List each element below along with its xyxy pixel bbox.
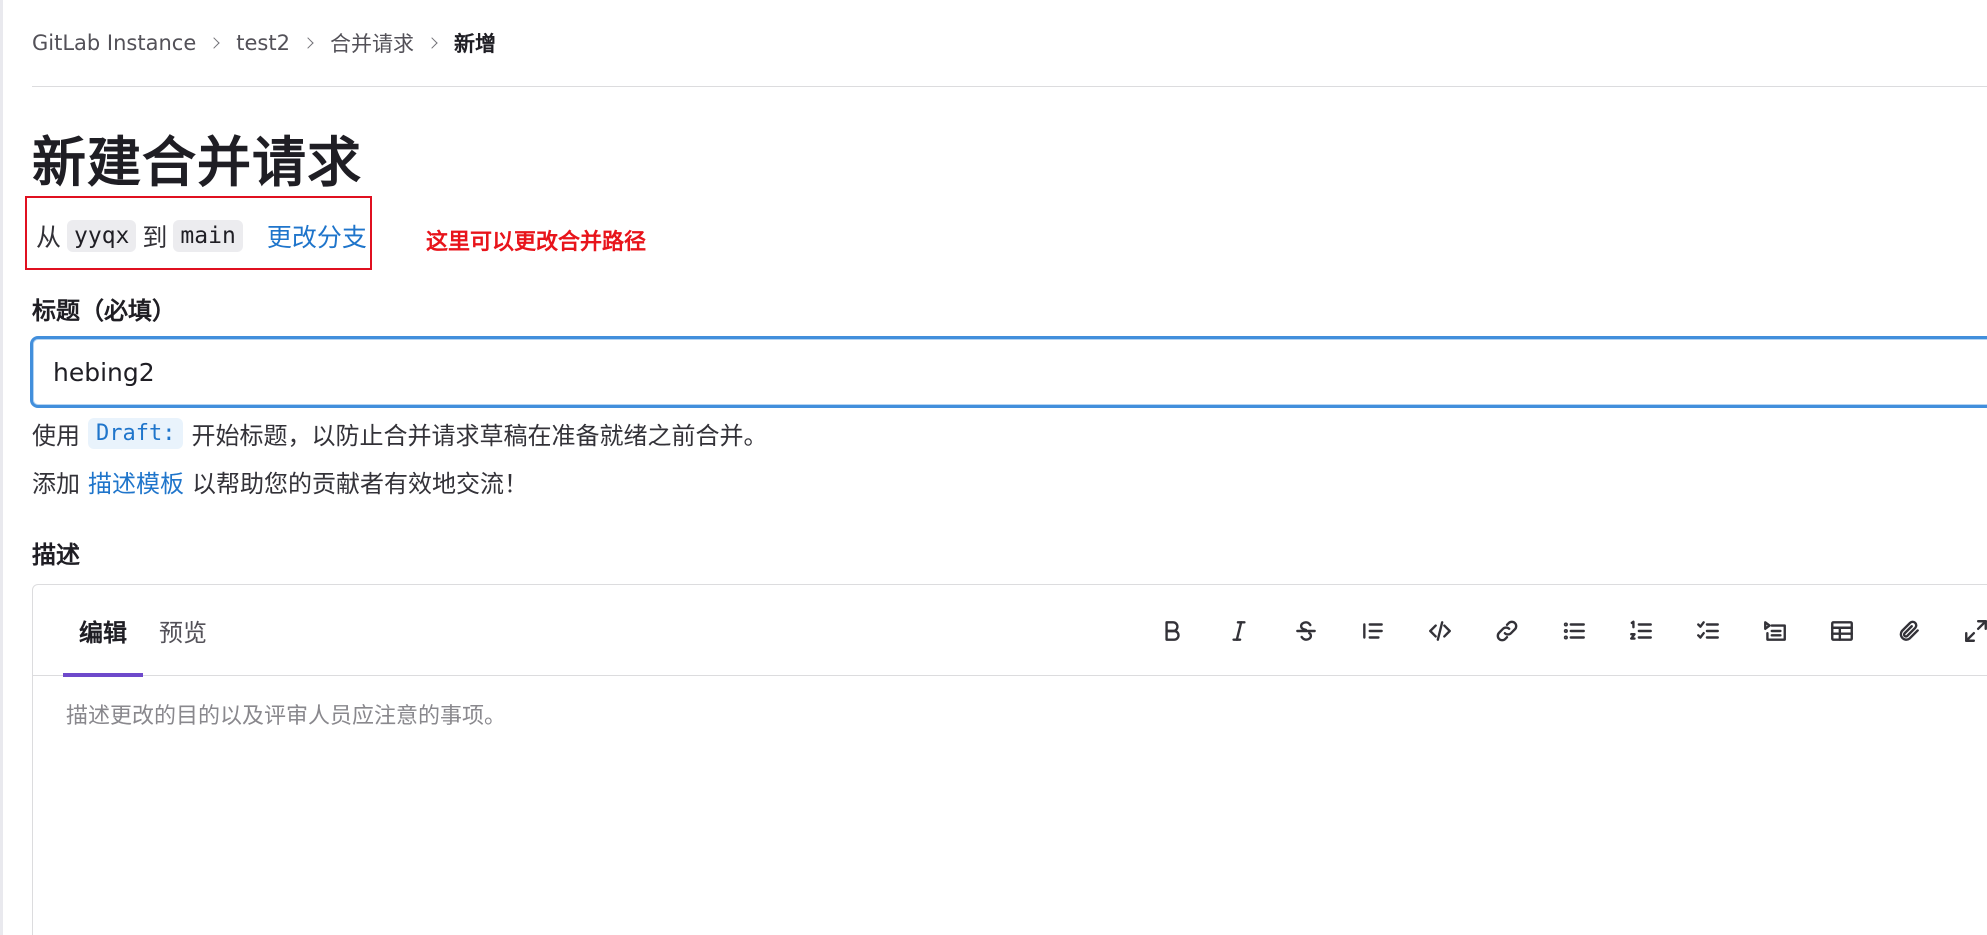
description-template-link[interactable]: 描述模板 [88,464,184,499]
tab-preview[interactable]: 预览 [143,585,223,676]
attach-file-icon [1899,620,1919,641]
annotation-highlight-box [25,196,372,270]
description-field-label: 描述 [32,541,80,569]
table-button[interactable] [1819,608,1865,654]
strikethrough-button[interactable] [1283,608,1329,654]
description-editor: 编辑 预览 [32,584,1987,935]
draft-help-text: 使用 Draft: 开始标题，以防止合并请求草稿在准备就绪之前合并。 [32,416,767,451]
bold-button[interactable] [1149,608,1195,654]
title-input-wrapper [30,336,1987,408]
strikethrough-icon [1296,620,1316,641]
table-icon [1831,620,1853,641]
bullet-list-icon [1563,621,1585,640]
attach-file-button[interactable] [1886,608,1932,654]
tab-edit[interactable]: 编辑 [63,585,143,677]
task-list-icon [1697,620,1719,639]
chevron-right-icon [208,37,220,49]
markdown-toolbar [1149,585,1987,676]
breadcrumb-item-project[interactable]: test2 [236,31,290,55]
title-field-label: 标题（必填） [32,297,176,325]
bold-icon [1165,620,1180,641]
italic-button[interactable] [1216,608,1262,654]
bullet-list-button[interactable] [1551,608,1597,654]
task-list-button[interactable] [1685,608,1731,654]
draft-code-chip: Draft: [88,418,184,449]
left-sidebar-edge [0,0,3,935]
editor-header: 编辑 预览 [33,585,1987,677]
collapsible-section-button[interactable] [1752,608,1798,654]
annotation-note: 这里可以更改合并路径 [426,230,647,255]
draft-help-suffix: 开始标题，以防止合并请求草稿在准备就绪之前合并。 [191,422,768,450]
breadcrumb-item-merge-requests[interactable]: 合并请求 [330,28,414,58]
link-icon [1496,620,1518,641]
breadcrumb: GitLab Instance test2 合并请求 新增 [32,28,496,58]
description-textarea[interactable] [33,676,1987,935]
fullscreen-button[interactable] [1953,608,1987,654]
template-help-suffix: 以帮助您的贡献者有效地交流！ [192,470,528,498]
collapsible-section-icon [1764,620,1786,641]
chevron-right-icon [302,37,314,49]
fullscreen-icon [1965,619,1987,642]
chevron-right-icon [426,37,438,49]
page: GitLab Instance test2 合并请求 新增 新建合并请求 从 y… [0,0,1987,935]
breadcrumb-item-current: 新增 [453,32,496,56]
editor-tabs: 编辑 预览 [63,585,223,677]
quote-icon [1363,622,1383,639]
code-icon [1429,620,1451,641]
template-help-text: 添加 描述模板 以帮助您的贡献者有效地交流！ [32,464,528,499]
draft-help-prefix: 使用 [32,422,80,450]
breadcrumb-divider [32,86,1987,87]
italic-icon [1232,620,1246,641]
numbered-list-button[interactable] [1618,608,1664,654]
editor-body [33,676,1987,935]
title-input[interactable] [33,339,1987,405]
page-title: 新建合并请求 [32,131,362,194]
link-button[interactable] [1484,608,1530,654]
template-help-prefix: 添加 [32,470,80,498]
code-button[interactable] [1417,608,1463,654]
breadcrumb-item-gitlab-instance[interactable]: GitLab Instance [32,31,196,55]
numbered-list-icon [1630,620,1652,640]
quote-button[interactable] [1350,608,1396,654]
